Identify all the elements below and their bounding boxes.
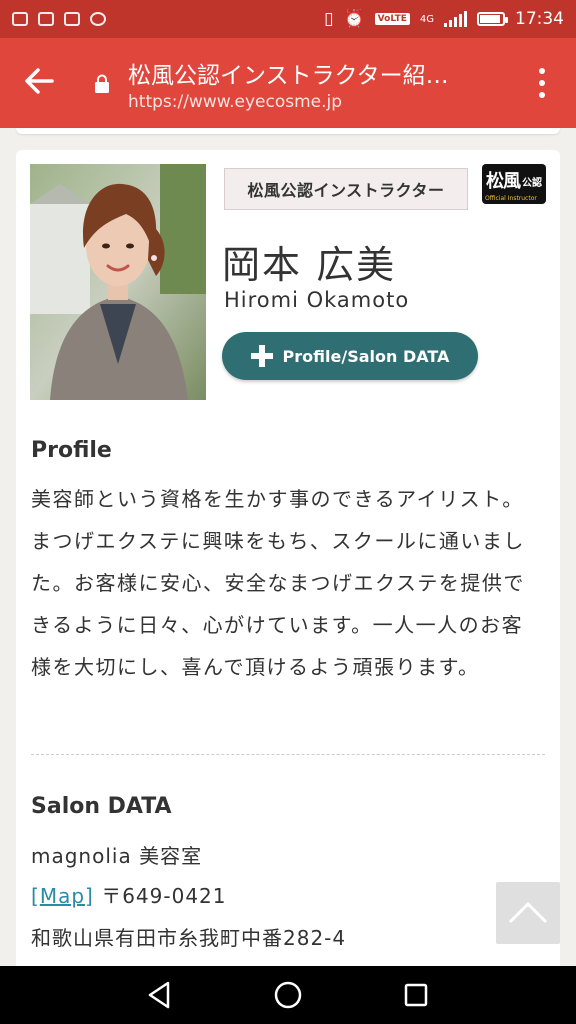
section-divider [31,754,545,755]
clock: 17:34 [515,9,564,29]
instructor-name-jp: 岡本 広美 [222,243,397,287]
battery-icon [477,12,508,26]
map-bracket-open: [ [31,884,40,908]
profile-heading: Profile [31,438,112,463]
vibrate-icon: ▯ [324,9,334,29]
salon-data-heading: Salon DATA [31,794,172,819]
previous-card-edge [16,128,560,134]
alarm-icon: ⏰ [343,9,365,29]
chevron-up-icon [508,901,548,924]
mail-icon [64,12,80,26]
system-icons: ▯ ⏰ VoLTE 4G 17:34 [324,9,564,29]
profile-text: 美容師という資格を生かす事のできるアイリスト。まつげエクステに興味をもち、スクー… [31,487,525,679]
lock-icon [95,74,109,93]
android-nav-bar [0,966,576,1024]
instagram-icon [38,12,54,26]
instructor-name-en: Hiromi Okamoto [224,288,410,312]
notification-app-icon [12,12,28,26]
cast-icon [90,12,106,26]
volte-badge: VoLTE [374,13,410,25]
salon-address: 和歌山県有田市糸我町中番282-4 [31,926,347,950]
scroll-to-top-button[interactable] [496,882,560,944]
browser-toolbar: 松風公認インストラクター紹… https://www.eyecosme.jp [0,38,576,128]
logo-main-text: 松風 [486,171,521,192]
salon-map-zip-line: [Map] 〒649-0421 [31,880,227,909]
instructor-portrait [30,164,206,400]
profile-salon-data-label: Profile/Salon DATA [282,346,450,366]
network-type: 4G [419,13,434,25]
page-title[interactable]: 松風公認インストラクター紹… [128,56,449,90]
overflow-menu-icon[interactable] [538,68,546,98]
profile-salon-data-button[interactable]: Profile/Salon DATA [222,332,478,380]
salon-name: magnolia 美容室 [31,844,203,868]
nav-recents-icon[interactable] [404,983,428,1007]
salon-zip: 〒649-0421 [101,884,227,908]
back-arrow-icon[interactable] [22,64,56,98]
logo-sub-text: 公認 [522,178,542,189]
map-bracket-close: ] [85,884,94,908]
nav-home-icon[interactable] [274,981,302,1009]
nav-back-icon[interactable] [146,980,174,1010]
status-bar: ▯ ⏰ VoLTE 4G 17:34 [0,0,576,38]
shofu-official-logo: 松風 公認 Official Instructor [482,164,546,204]
logo-caption: Official Instructor [485,195,537,202]
map-link[interactable]: Map [40,884,85,908]
instructor-tag: 松風公認インストラクター [224,168,468,210]
page-url[interactable]: https://www.eyecosme.jp [128,92,342,112]
signal-icon [444,11,467,27]
plus-icon [250,345,273,367]
instructor-card: 松風公認インストラクター 松風 公認 Official Instructor 岡… [16,150,560,990]
notification-icons [12,12,106,26]
